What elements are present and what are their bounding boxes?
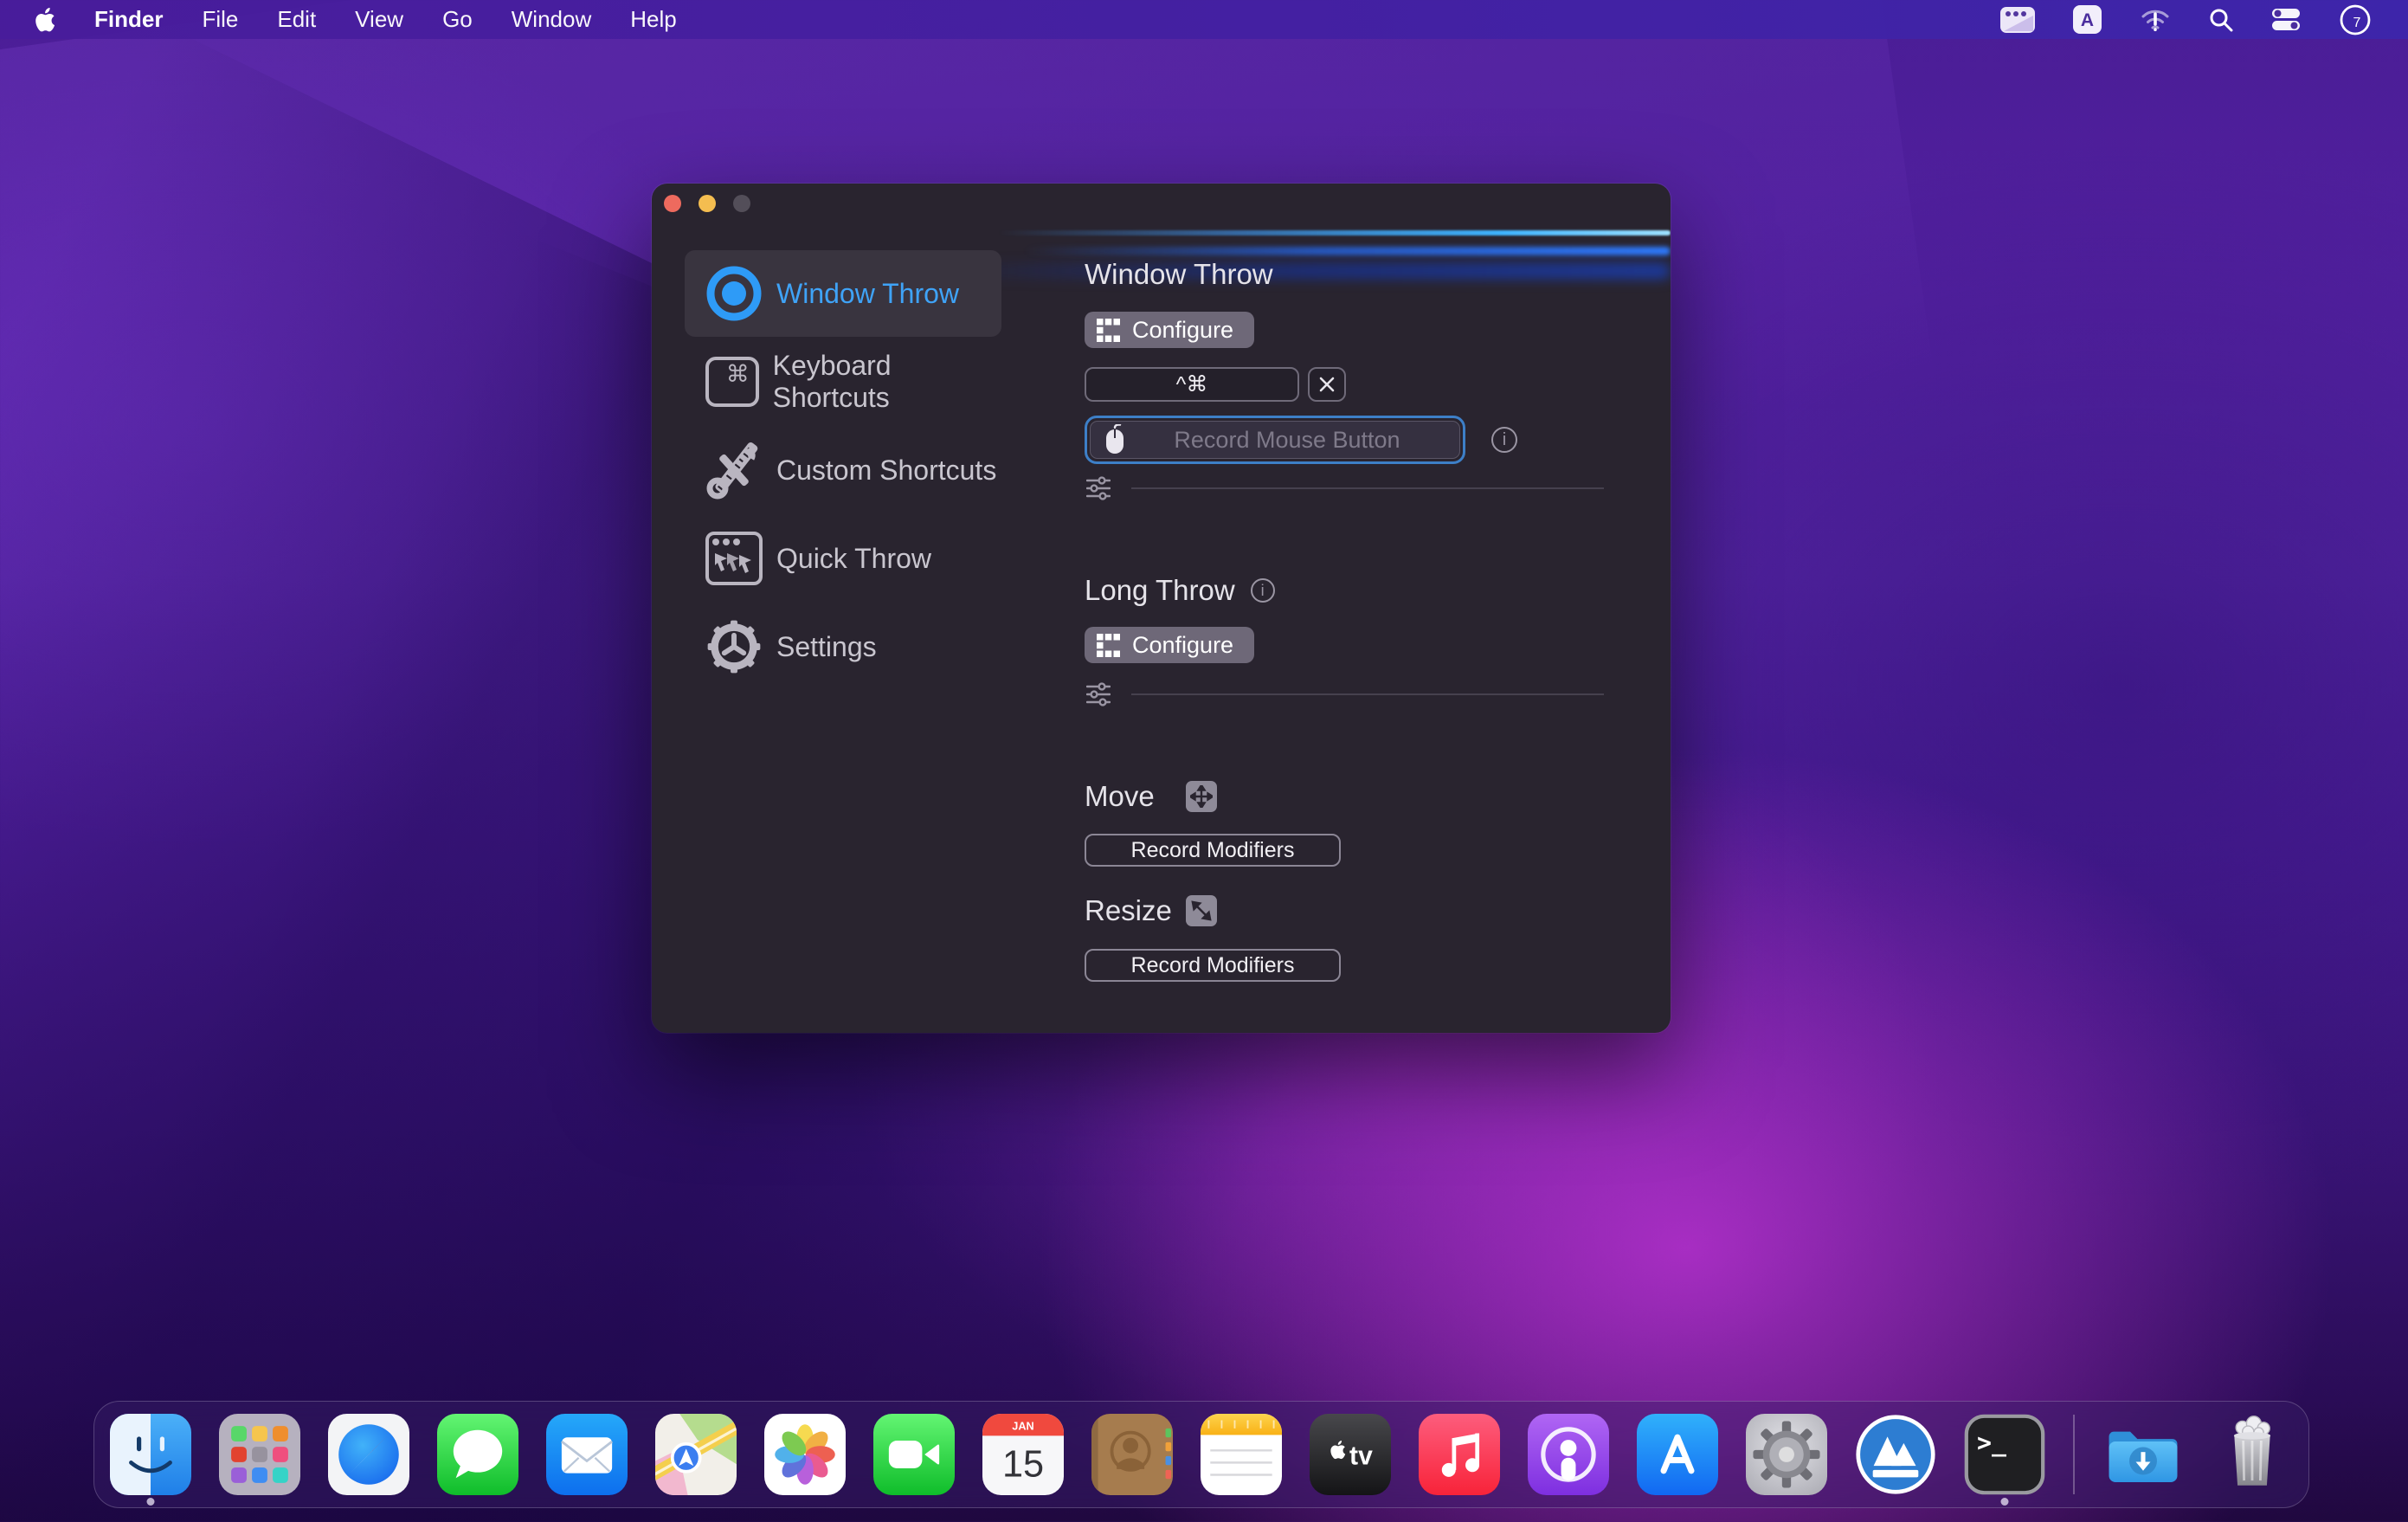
control-center-icon[interactable]	[2271, 8, 2301, 31]
app-window-icon[interactable]	[2000, 7, 2035, 33]
close-button[interactable]	[664, 195, 681, 212]
move-label: Move	[1085, 780, 1155, 813]
sidebar-item-label: Custom Shortcuts	[776, 455, 996, 487]
ruler-wrench-icon	[702, 441, 766, 500]
svg-text:A: A	[2081, 10, 2094, 30]
menu-view[interactable]: View	[355, 6, 403, 33]
input-source-icon[interactable]: A	[2073, 5, 2102, 34]
dock-safari-icon[interactable]	[328, 1414, 409, 1495]
dock-downloads-folder-icon[interactable]	[2102, 1414, 2184, 1495]
sidebar-item-custom-shortcuts[interactable]: Custom Shortcuts	[685, 427, 1001, 513]
menu-help[interactable]: Help	[630, 6, 676, 33]
dock-podcasts-icon[interactable]	[1528, 1414, 1609, 1495]
keyboard-key-icon: ⌘	[702, 357, 763, 407]
resize-record-modifiers-button[interactable]: Record Modifiers	[1085, 949, 1341, 982]
resize-label: Resize	[1085, 894, 1172, 927]
sidebar-item-settings[interactable]: Settings	[685, 603, 1001, 690]
dock-calendar-icon[interactable]: JAN 15	[982, 1414, 1064, 1495]
info-icon[interactable]: i	[1491, 427, 1517, 453]
sidebar-item-keyboard-shortcuts[interactable]: ⌘ Keyboard Shortcuts	[685, 339, 1001, 425]
menu-go[interactable]: Go	[442, 6, 473, 33]
move-arrows-icon	[1186, 781, 1217, 812]
sidebar-item-quick-throw[interactable]: Quick Throw	[685, 515, 1001, 602]
dock-music-icon[interactable]	[1419, 1414, 1500, 1495]
window-throw-title: Window Throw	[1085, 258, 1273, 291]
dock-notes-icon[interactable]	[1201, 1414, 1282, 1495]
menu-window[interactable]: Window	[512, 6, 591, 33]
move-record-modifiers-button[interactable]: Record Modifiers	[1085, 834, 1341, 867]
menu-bar: Finder File Edit View Go Window Help A	[0, 0, 2408, 39]
sidebar-item-label: Keyboard Shortcuts	[773, 350, 1001, 414]
section-divider	[1131, 693, 1604, 695]
dock-contacts-icon[interactable]	[1091, 1414, 1173, 1495]
minimize-button[interactable]	[699, 195, 716, 212]
sidebar-item-label: Settings	[776, 631, 877, 663]
close-x-icon	[1318, 376, 1336, 393]
dock-appstore-icon[interactable]	[1637, 1414, 1718, 1495]
dock-system-preferences-icon[interactable]	[1746, 1414, 1827, 1495]
dock-tv-icon[interactable]: tv	[1310, 1414, 1391, 1495]
app-window: Window Throw ⌘ Keyboard Shortcuts	[652, 184, 1671, 1033]
dock-facetime-icon[interactable]	[873, 1414, 955, 1495]
window-throw-configure-button[interactable]: Configure	[1085, 312, 1254, 348]
info-icon[interactable]: i	[1251, 578, 1275, 603]
dock-window-manager-icon[interactable]	[1855, 1414, 1936, 1495]
options-sliders-icon[interactable]	[1086, 682, 1111, 711]
dock-divider	[2073, 1415, 2075, 1494]
clock-icon[interactable]: 7	[2339, 3, 2372, 36]
svg-text:>_: >_	[1977, 1428, 2006, 1457]
long-throw-title: Long Throw i	[1085, 574, 1275, 607]
dock-maps-icon[interactable]	[655, 1414, 737, 1495]
search-icon[interactable]	[2209, 8, 2233, 32]
dock-messages-icon[interactable]	[437, 1414, 518, 1495]
zoom-button[interactable]	[733, 195, 750, 212]
grid-icon	[1097, 319, 1120, 342]
dock-mail-icon[interactable]	[546, 1414, 628, 1495]
dock-photos-icon[interactable]	[764, 1414, 846, 1495]
svg-text:tv: tv	[1349, 1441, 1373, 1470]
sidebar-item-label: Window Throw	[776, 278, 959, 310]
clear-shortcut-button[interactable]	[1308, 367, 1346, 402]
grid-icon	[1097, 634, 1120, 657]
resize-diagonal-arrow-icon	[1186, 895, 1217, 926]
section-divider	[1131, 487, 1604, 489]
sidebar-item-label: Quick Throw	[776, 543, 931, 575]
options-sliders-icon[interactable]	[1086, 476, 1111, 505]
main-panel: Window Throw Configure ^⌘	[1085, 184, 1656, 1033]
window-throw-icon	[702, 265, 766, 322]
dock: JAN 15 tv	[93, 1401, 2309, 1508]
keyboard-shortcut-field[interactable]: ^⌘	[1085, 367, 1299, 402]
mouse-icon	[1103, 424, 1127, 455]
menu-edit[interactable]: Edit	[277, 6, 316, 33]
menu-file[interactable]: File	[202, 6, 238, 33]
record-mouse-button-field[interactable]: Record Mouse Button	[1085, 416, 1465, 464]
svg-text:7: 7	[2353, 16, 2361, 30]
dock-trash-icon[interactable]	[2212, 1414, 2293, 1495]
dock-finder-icon[interactable]	[110, 1414, 191, 1495]
gear-icon	[702, 618, 766, 675]
long-throw-configure-button[interactable]: Configure	[1085, 627, 1254, 663]
dock-launchpad-icon[interactable]	[219, 1414, 300, 1495]
multi-cursor-window-icon	[702, 531, 766, 586]
svg-text:15: 15	[1002, 1443, 1044, 1485]
svg-text:JAN: JAN	[1012, 1420, 1033, 1432]
apple-menu-icon[interactable]	[35, 8, 55, 32]
menu-app-name[interactable]: Finder	[94, 6, 163, 33]
dock-terminal-icon[interactable]: >_	[1964, 1414, 2045, 1495]
sidebar: Window Throw ⌘ Keyboard Shortcuts	[685, 250, 1001, 692]
sidebar-item-window-throw[interactable]: Window Throw	[685, 250, 1001, 337]
record-mouse-placeholder: Record Mouse Button	[1127, 427, 1447, 454]
wifi-alert-icon[interactable]	[2140, 7, 2171, 33]
